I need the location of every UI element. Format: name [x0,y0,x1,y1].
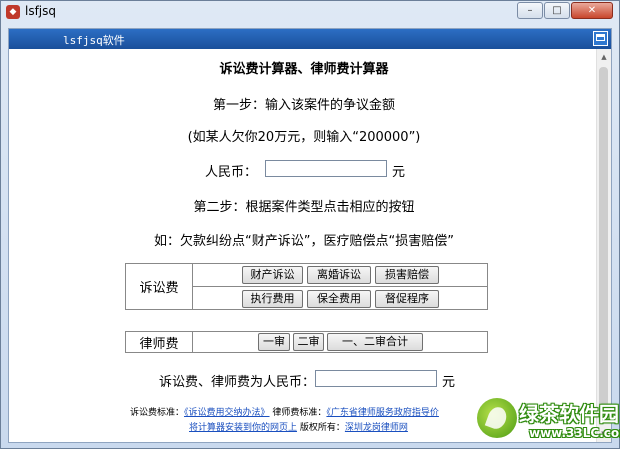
watermark: 绿茶软件园 www.33LC.com [471,396,620,450]
footer-install: 将计算器安装到你的网页上 版权所有：深圳龙岗律师网 [189,420,408,433]
scroll-thumb[interactable] [599,67,608,407]
execution-fee-button[interactable]: 执行费用 [242,290,303,308]
supervision-procedure-button[interactable]: 督促程序 [375,290,439,308]
copyright-link[interactable]: 深圳龙岗律师网 [345,423,408,433]
copyright-label: 版权所有： [299,423,345,433]
lawyer-standard-label: 律师费标准： [272,408,327,418]
rmb-unit: 元 [392,165,406,180]
close-button[interactable]: ✕ [571,2,613,19]
watermark-name: 绿茶软件园 [519,402,619,426]
result-label: 诉讼费、律师费为人民币： [159,375,316,390]
app-icon: ◆ [6,5,20,19]
footer-standards: 诉讼费标准：《诉讼费用交纳办法》 律师费标准：《广东省律师服务政府指导价 [130,405,439,418]
client-area: lsfjsq软件 ▲ ▼ 诉讼费计算器、律师费计算器 第一步：输入该案件的争议金… [8,28,612,443]
minimize-button[interactable]: – [517,2,543,19]
damage-compensation-button[interactable]: 损害赔偿 [375,266,439,284]
rmb-label: 人民币： [205,165,258,180]
lawyer-fee-table: 律师费 一审 二审 一、二审合计 [125,331,488,353]
leaf-logo-icon [477,398,517,438]
step1-text: 第一步：输入该案件的争议金额 [212,98,395,113]
window-title: lsfjsq [25,4,57,18]
maximize-button[interactable]: □ [544,2,570,19]
litigation-standard-label: 诉讼费标准： [130,408,185,418]
litigation-fee-label: 诉讼费 [126,264,193,309]
litigation-standard-link[interactable]: 《诉讼费用交纳办法》 [184,408,270,418]
lawyer-standard-link[interactable]: 《广东省律师服务政府指导价 [326,408,439,418]
second-instance-button[interactable]: 二审 [293,333,324,351]
header-bar: lsfjsq软件 [9,29,611,49]
litigation-fee-table: 诉讼费 财产诉讼 离婚诉讼 损害赔偿 执行费用 保全费用 督促程序 [125,263,488,310]
watermark-url: www.33LC.com [529,426,620,440]
example2-text: 如：欠款纠纷点“财产诉讼”，医疗赔偿点“损害赔偿” [154,234,454,249]
preservation-fee-button[interactable]: 保全费用 [307,290,371,308]
property-litigation-button[interactable]: 财产诉讼 [242,266,303,284]
total-instance-button[interactable]: 一、二审合计 [327,333,423,351]
header-title: lsfjsq软件 [63,34,125,47]
amount-input[interactable] [265,160,387,177]
scroll-up-icon[interactable]: ▲ [599,52,609,62]
table-divider [193,286,487,287]
calculator-heading: 诉讼费计算器、律师费计算器 [219,62,389,77]
lawyer-fee-label: 律师费 [126,332,193,352]
result-field [315,370,437,387]
example1-text: (如某人欠你20万元，则输入“200000”) [187,130,421,145]
restore-icon[interactable] [593,31,608,46]
result-unit: 元 [442,375,456,390]
divorce-litigation-button[interactable]: 离婚诉讼 [307,266,371,284]
app-window: ◆ lsfjsq – □ ✕ lsfjsq软件 ▲ ▼ 诉讼费计算器、律师费计算… [0,0,620,449]
install-link[interactable]: 将计算器安装到你的网页上 [189,423,297,433]
step2-text: 第二步：根据案件类型点击相应的按钮 [193,200,415,215]
title-bar[interactable]: ◆ lsfjsq – □ ✕ [1,1,619,23]
first-instance-button[interactable]: 一审 [258,333,290,351]
